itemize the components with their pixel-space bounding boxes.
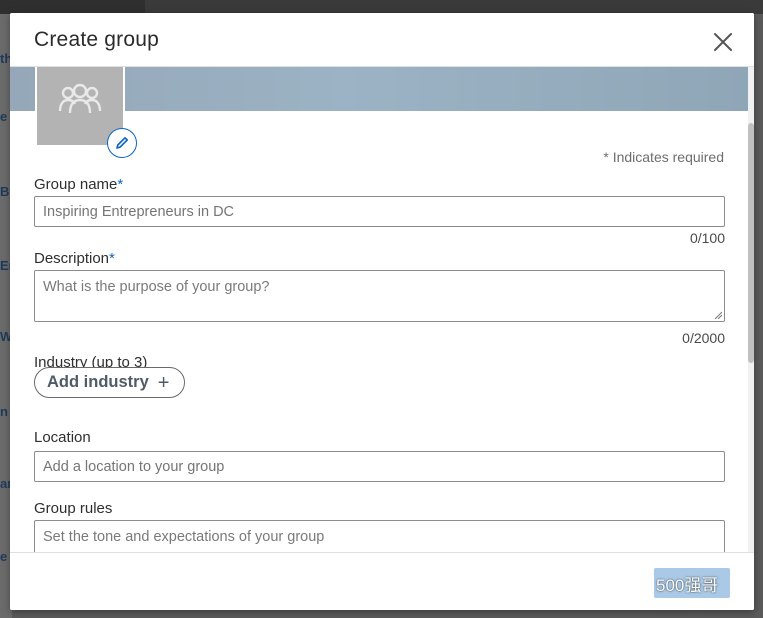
description-label-text: Description [34, 250, 110, 267]
group-name-label-text: Group name [34, 176, 118, 193]
wechat-icon [632, 576, 652, 591]
create-group-modal: Create group * Indicates required Group … [10, 13, 754, 610]
required-note: * Indicates required [603, 149, 724, 165]
modal-body[interactable]: * Indicates required Group name* 0/100 D… [10, 67, 754, 552]
add-industry-label: Add industry [47, 373, 149, 391]
description-placeholder: What is the purpose of your group? [43, 279, 270, 295]
description-label: Description* [34, 250, 115, 267]
close-icon [714, 33, 732, 51]
scrollbar-track[interactable] [748, 67, 754, 552]
modal-footer: 500强哥 [10, 552, 754, 610]
required-mark: * [117, 176, 124, 193]
group-rules-label: Group rules [34, 500, 113, 517]
description-counter: 0/2000 [682, 330, 725, 346]
add-industry-button[interactable]: Add industry + [34, 367, 185, 398]
location-input[interactable] [34, 451, 725, 482]
edit-logo-button[interactable] [107, 128, 137, 158]
background-nav-segment [145, 0, 763, 14]
background-nav-bar [0, 0, 763, 14]
description-textarea[interactable]: What is the purpose of your group? [34, 270, 725, 322]
resize-grip-icon[interactable] [714, 311, 722, 319]
group-name-input[interactable] [34, 196, 725, 227]
group-name-label: Group name* [34, 176, 123, 193]
required-mark: * [109, 250, 115, 267]
pencil-icon [116, 137, 128, 149]
location-label: Location [34, 429, 91, 446]
group-rules-placeholder: Set the tone and expectations of your gr… [43, 529, 325, 545]
group-people-icon [58, 83, 102, 114]
modal-title: Create group [34, 28, 159, 51]
plus-icon: + [157, 371, 170, 394]
watermark: 500强哥 [632, 571, 718, 596]
scrollbar-thumb[interactable] [748, 123, 754, 363]
watermark-text: 500强哥 [656, 576, 719, 595]
group-name-counter: 0/100 [689, 230, 725, 246]
group-rules-textarea[interactable]: Set the tone and expectations of your gr… [34, 520, 725, 552]
modal-header: Create group [10, 13, 754, 67]
close-button[interactable] [712, 31, 734, 53]
